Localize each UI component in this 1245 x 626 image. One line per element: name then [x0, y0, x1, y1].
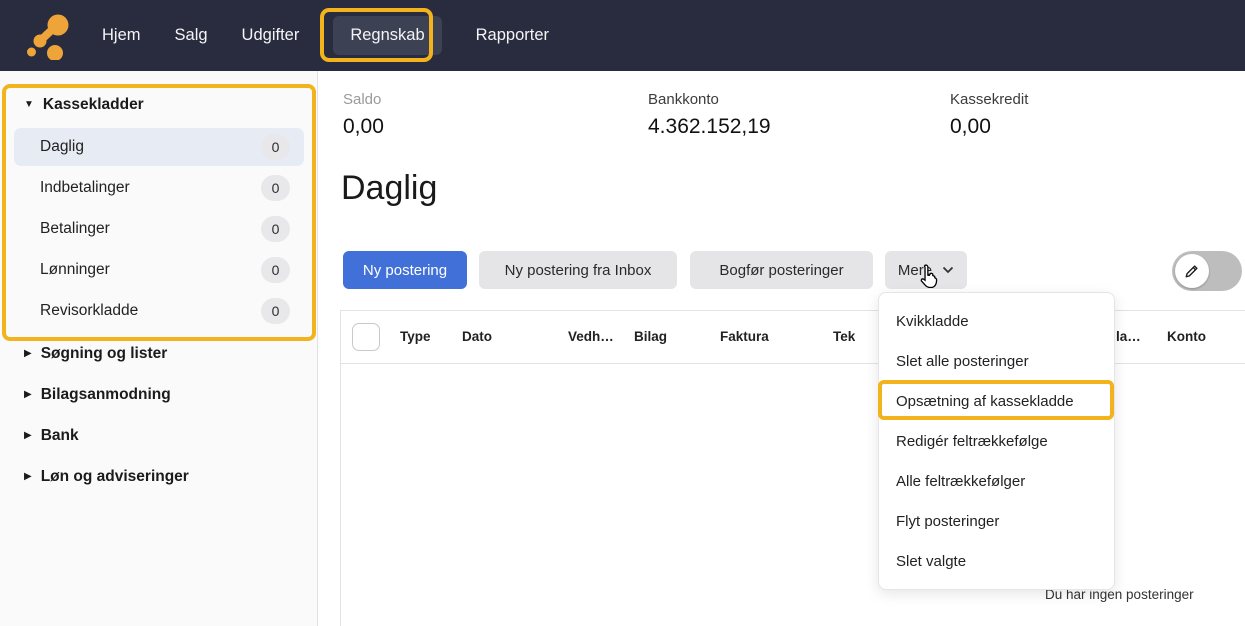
page-title: Daglig — [341, 169, 437, 208]
column-header-dato[interactable]: Dato — [462, 329, 492, 344]
edit-mode-toggle[interactable] — [1172, 251, 1242, 291]
column-header-tekst[interactable]: Tek — [833, 329, 855, 344]
select-all-checkbox[interactable] — [352, 323, 380, 351]
sidebar-item-revisorkladde[interactable]: Revisorkladde 0 — [14, 292, 304, 330]
triangle-right-icon: ▶ — [24, 349, 32, 359]
count-badge: 0 — [261, 216, 290, 242]
balance-kassekredit: Kassekredit 0,00 — [950, 91, 1028, 139]
count-badge: 0 — [261, 134, 290, 160]
triangle-right-icon: ▶ — [24, 390, 32, 400]
nav-item-hjem[interactable]: Hjem — [102, 26, 141, 45]
app-window: Hjem Salg Udgifter Regnskab Rapporter ▼ … — [0, 0, 1245, 626]
count-badge: 0 — [261, 257, 290, 283]
nav-item-rapporter[interactable]: Rapporter — [476, 26, 549, 45]
sidebar-section-kassekladder[interactable]: ▼ Kassekladder — [24, 93, 144, 117]
balance-saldo: Saldo 0,00 — [343, 91, 384, 139]
triangle-right-icon: ▶ — [24, 431, 32, 441]
menu-item-alle-feltraekkefolger[interactable]: Alle feltrækkefølger — [879, 461, 1114, 501]
new-entry-button[interactable]: Ny postering — [343, 251, 467, 289]
sidebar-section-sogning-og-lister[interactable]: ▶ Søgning og lister — [24, 342, 167, 366]
column-header-konto[interactable]: Konto — [1167, 329, 1206, 344]
triangle-right-icon: ▶ — [24, 472, 32, 482]
more-dropdown-menu: Kvikkladde Slet alle posteringer Opsætni… — [878, 292, 1115, 590]
count-badge: 0 — [261, 298, 290, 324]
column-header-bilag[interactable]: Bilag — [634, 329, 667, 344]
sidebar-section-bank[interactable]: ▶ Bank — [24, 424, 79, 448]
new-entry-from-inbox-button[interactable]: Ny postering fra Inbox — [479, 251, 677, 289]
column-header-vedh[interactable]: Vedh… — [568, 329, 614, 344]
sidebar-item-betalinger[interactable]: Betalinger 0 — [14, 210, 304, 248]
sidebar: ▼ Kassekladder Daglig 0 Indbetalinger 0 … — [0, 71, 318, 626]
menu-item-kvikkladde[interactable]: Kvikkladde — [879, 301, 1114, 341]
menu-item-opsaetning-af-kassekladde[interactable]: Opsætning af kassekladde — [879, 381, 1114, 421]
menu-item-slet-valgte[interactable]: Slet valgte — [879, 541, 1114, 581]
menu-item-slet-alle-posteringer[interactable]: Slet alle posteringer — [879, 341, 1114, 381]
triangle-down-icon: ▼ — [24, 100, 34, 110]
column-header-type[interactable]: Type — [400, 329, 431, 344]
nav-item-regnskab-active[interactable]: Regnskab — [333, 16, 441, 55]
table-left-border — [340, 310, 341, 626]
menu-item-rediger-feltraekkefolge[interactable]: Redigér feltrækkefølge — [879, 421, 1114, 461]
post-entries-button[interactable]: Bogfør posteringer — [690, 251, 873, 289]
balance-bankkonto: Bankkonto 4.362.152,19 — [648, 91, 771, 139]
nav-item-salg[interactable]: Salg — [175, 26, 208, 45]
menu-item-flyt-posteringer[interactable]: Flyt posteringer — [879, 501, 1114, 541]
nav-item-udgifter[interactable]: Udgifter — [242, 26, 300, 45]
sidebar-item-daglig[interactable]: Daglig 0 — [14, 128, 304, 166]
column-header-faktura[interactable]: Faktura — [720, 329, 769, 344]
count-badge: 0 — [261, 175, 290, 201]
chevron-down-icon — [942, 266, 954, 274]
sidebar-item-lonninger[interactable]: Lønninger 0 — [14, 251, 304, 289]
top-navigation: Hjem Salg Udgifter Regnskab Rapporter — [0, 0, 1245, 71]
toggle-knob — [1175, 254, 1209, 288]
sidebar-item-indbetalinger[interactable]: Indbetalinger 0 — [14, 169, 304, 207]
sidebar-section-lon-og-adviseringer[interactable]: ▶ Løn og adviseringer — [24, 465, 189, 489]
more-button[interactable]: Mere — [885, 251, 967, 289]
sidebar-section-bilagsanmodning[interactable]: ▶ Bilagsanmodning — [24, 383, 171, 407]
pencil-icon — [1183, 262, 1201, 280]
billy-logo-icon[interactable] — [26, 12, 70, 60]
column-header-la[interactable]: la… — [1116, 329, 1141, 344]
